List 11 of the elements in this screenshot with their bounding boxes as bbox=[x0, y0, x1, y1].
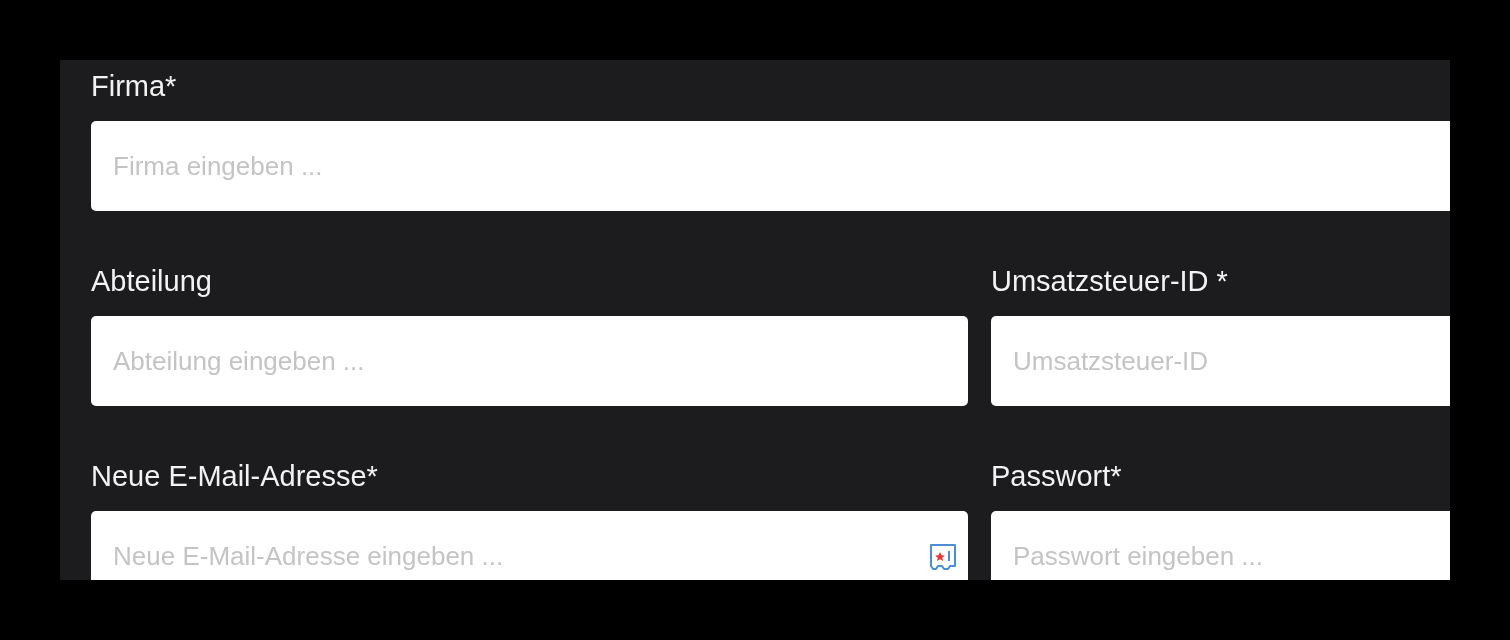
input-field[interactable]: Umsatzsteuer-ID bbox=[991, 316, 1450, 406]
input-field[interactable]: Passwort eingeben ... bbox=[991, 511, 1450, 580]
input-field[interactable]: Neue E-Mail-Adresse eingeben ... bbox=[91, 511, 968, 580]
field-label: Firma* bbox=[91, 69, 177, 104]
field-label: Abteilung bbox=[91, 264, 212, 299]
autofill-icon[interactable] bbox=[927, 541, 959, 573]
field-label: Passwort* bbox=[991, 459, 1122, 494]
input-field[interactable]: Firma eingeben ... bbox=[91, 121, 1450, 211]
input-field[interactable]: Abteilung eingeben ... bbox=[91, 316, 968, 406]
field-label: Neue E-Mail-Adresse* bbox=[91, 459, 378, 494]
field-label: Umsatzsteuer-ID * bbox=[991, 264, 1228, 299]
